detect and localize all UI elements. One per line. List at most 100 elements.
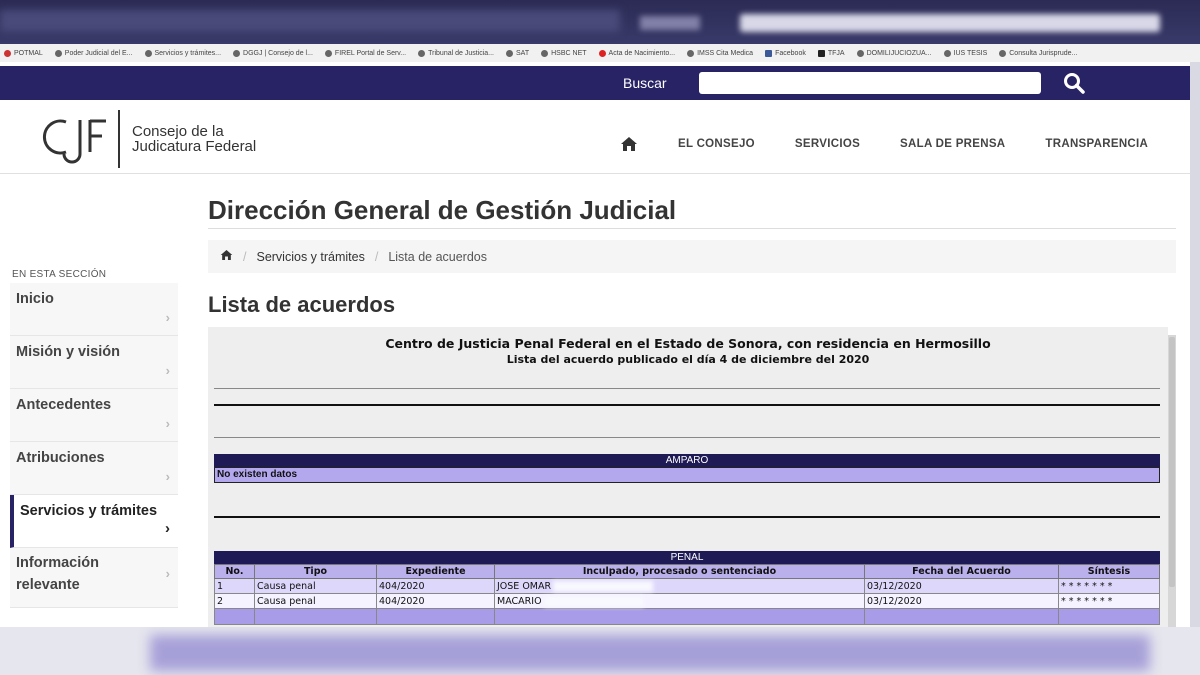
cjf-logo-mark	[40, 114, 116, 164]
bookmark-label: Poder Judicial del E...	[64, 49, 133, 57]
cell-expediente: 404/2020	[376, 593, 495, 609]
empty-cell	[1058, 608, 1160, 625]
window-edge	[1190, 62, 1200, 627]
document-subheading: Lista del acuerdo publicado el día 4 de …	[506, 353, 870, 366]
nav-transparencia[interactable]: TRANSPARENCIA	[1045, 138, 1148, 150]
bookmark[interactable]: FIREL Portal de Serv...	[324, 49, 407, 57]
sidebar-item-informacion-relevante[interactable]: Información relevante ›	[10, 548, 178, 608]
bookmark-label: HSBC NET	[551, 49, 587, 57]
chevron-right-icon: ›	[165, 469, 170, 484]
bookmark-label: Facebook	[775, 49, 806, 57]
bookmark[interactable]: DGGJ | Consejo de l...	[233, 49, 313, 57]
column-header: Fecha del Acuerdo	[864, 564, 1059, 579]
cell-expediente: 404/2020	[376, 578, 495, 594]
bookmark[interactable]: IMSS Cita Medica	[687, 49, 754, 57]
bookmark-label: SAT	[516, 49, 530, 57]
table-header-row: No. Tipo Expediente Inculpado, procesado…	[214, 564, 1160, 579]
redacted-text	[553, 580, 654, 592]
bookmark-label: Consulta Jurisprude...	[1009, 49, 1078, 57]
home-nav-button[interactable]	[620, 136, 638, 152]
sidebar-item-servicios-tramites[interactable]: Servicios y trámites ›	[10, 495, 178, 548]
bookmark[interactable]: HSBC NET	[541, 49, 587, 57]
breadcrumb: / Servicios y trámites / Lista de acuerd…	[208, 240, 1176, 273]
bookmark[interactable]: POTMAL	[4, 49, 43, 57]
document-scrollbar-thumb[interactable]	[1169, 337, 1175, 587]
bookmark-label: TFJA	[827, 49, 845, 57]
breadcrumb-separator: /	[374, 249, 379, 264]
bookmark-label: Acta de Nacimiento...	[608, 49, 676, 57]
bookmark[interactable]: Facebook	[765, 49, 806, 57]
bookmark-icon	[4, 49, 11, 57]
table-row: 2 Causa penal 404/2020 MACARIO 03/12/202…	[214, 593, 1160, 609]
sidebar-item-antecedentes[interactable]: Antecedentes ›	[10, 389, 178, 442]
bookmark[interactable]: IUS TESIS	[943, 49, 987, 57]
bookmark[interactable]: Servicios y trámites...	[144, 49, 221, 57]
sidebar-item-label: relevante	[16, 577, 80, 593]
bookmark[interactable]: SAT	[506, 49, 530, 57]
bookmark-icon	[856, 49, 864, 57]
main-nav: EL CONSEJO SERVICIOS SALA DE PRENSA TRAN…	[620, 136, 1188, 152]
column-header: Tipo	[254, 564, 377, 579]
chevron-right-icon: ›	[165, 310, 170, 325]
sidebar-item-label: Misión y visión	[16, 344, 120, 360]
sidebar-item-mision-vision[interactable]: Misión y visión ›	[10, 336, 178, 389]
sidebar-item-atribuciones[interactable]: Atribuciones ›	[10, 442, 178, 495]
breadcrumb-servicios-link[interactable]: Servicios y trámites	[256, 250, 364, 264]
inculpado-name: MACARIO	[497, 595, 542, 607]
search-button[interactable]	[1060, 71, 1088, 95]
search-input[interactable]	[699, 72, 1041, 94]
cjf-logo[interactable]: Consejo de la Judicatura Federal	[40, 110, 256, 168]
bookmark-icon	[233, 49, 241, 57]
breadcrumb-home-link[interactable]	[220, 249, 233, 264]
nav-sala-de-prensa[interactable]: SALA DE PRENSA	[900, 138, 1005, 150]
amparo-table-header: AMPARO	[214, 454, 1160, 467]
bookmark-icon	[817, 49, 825, 57]
bookmark-icon	[324, 49, 332, 57]
site-header: Consejo de la Judicatura Federal EL CONS…	[0, 100, 1190, 174]
search-icon	[1064, 73, 1085, 94]
nav-el-consejo[interactable]: EL CONSEJO	[678, 138, 755, 150]
bookmark[interactable]: TFJA	[817, 49, 845, 57]
penal-table: No. Tipo Expediente Inculpado, procesado…	[214, 564, 1160, 625]
cell-no: 2	[214, 593, 255, 609]
cell-fecha: 03/12/2020	[864, 593, 1059, 609]
empty-cell	[864, 608, 1059, 625]
document-heading: Centro de Justicia Penal Federal en el E…	[385, 336, 991, 351]
divider	[214, 437, 1160, 438]
bookmark-icon	[687, 49, 695, 57]
chevron-right-icon: ›	[165, 363, 170, 378]
cell-inculpado: MACARIO	[494, 593, 865, 609]
bookmark[interactable]: Acta de Nacimiento...	[598, 49, 676, 57]
penal-table-header: PENAL	[214, 551, 1160, 564]
browser-toolbar	[0, 0, 1200, 44]
bookmark-label: Tribunal de Justicia...	[428, 49, 495, 57]
empty-cell	[494, 608, 865, 625]
amparo-empty-row: No existen datos	[214, 467, 1160, 483]
bookmark[interactable]: Poder Judicial del E...	[54, 49, 133, 57]
sidebar-item-label: Inicio	[16, 291, 54, 307]
table-row: 1 Causa penal 404/2020 JOSE OMAR 03/12/2…	[214, 578, 1160, 594]
page-title: Dirección General de Gestión Judicial	[208, 195, 677, 225]
acuerdos-document: Centro de Justicia Penal Federal en el E…	[208, 327, 1168, 627]
sidebar-heading: EN ESTA SECCIÓN	[12, 269, 107, 280]
empty-cell	[376, 608, 495, 625]
chevron-right-icon: ›	[165, 566, 170, 581]
bookmark[interactable]: Consulta Jurisprude...	[999, 49, 1078, 57]
cjf-monogram-icon	[43, 119, 106, 164]
bookmark-icon	[541, 49, 549, 57]
divider	[214, 516, 1160, 518]
blurred-footer	[0, 627, 1200, 675]
bookmark-icon	[999, 49, 1007, 57]
bookmark[interactable]: DOMILIJUCIOZUA...	[856, 49, 932, 57]
redacted-text	[543, 595, 644, 607]
nav-servicios[interactable]: SERVICIOS	[795, 138, 860, 150]
divider	[214, 404, 1160, 406]
bookmark-label: FIREL Portal de Serv...	[334, 49, 407, 57]
bookmark-label: IMSS Cita Medica	[697, 49, 754, 57]
bookmark-icon	[144, 49, 152, 57]
bookmark[interactable]: Tribunal de Justicia...	[418, 49, 495, 57]
browser-tab-blurred	[640, 16, 700, 30]
sidebar-item-inicio[interactable]: Inicio ›	[10, 283, 178, 336]
divider	[214, 388, 1160, 389]
sidebar-item-label: Servicios y trámites	[20, 503, 158, 519]
